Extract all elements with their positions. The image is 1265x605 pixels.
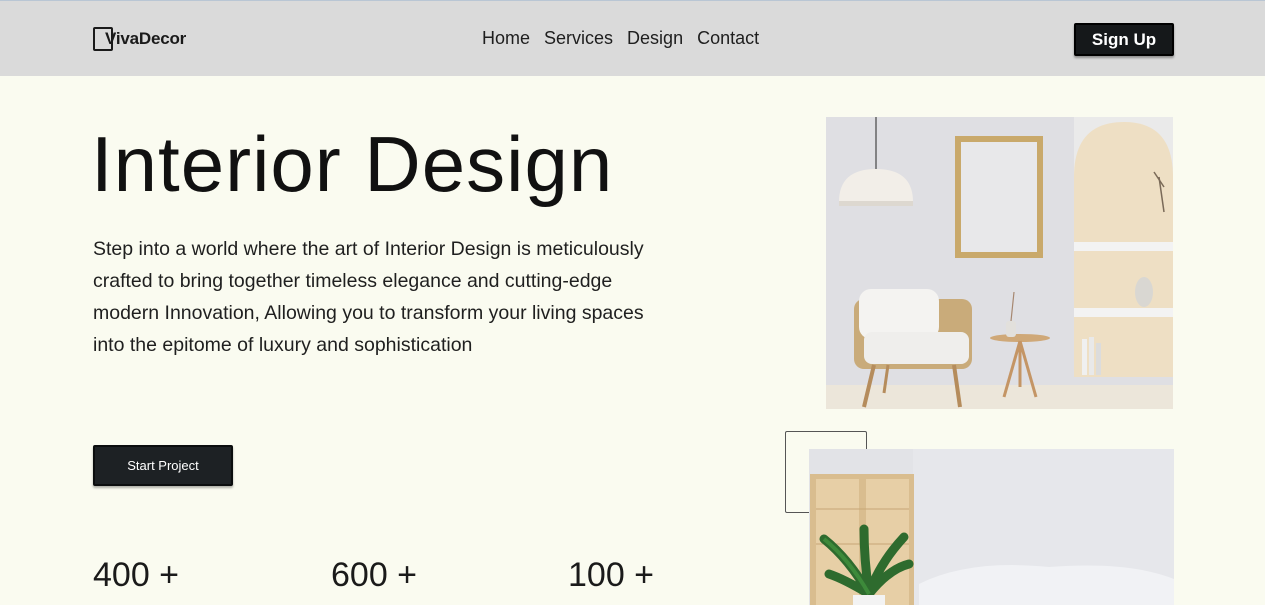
main-nav: Home Services Design Contact xyxy=(482,28,759,49)
hero-description: Step into a world where the art of Inter… xyxy=(93,238,644,356)
site-header: VivaDecor Home Services Design Contact S… xyxy=(0,1,1265,76)
stat-clients: 600 + xyxy=(331,556,418,594)
logo-text: VivaDecor xyxy=(105,29,187,48)
hero-title: Interior Design xyxy=(91,120,614,208)
nav-item-design[interactable]: Design xyxy=(627,28,683,49)
stat-projects: 400 + xyxy=(93,556,180,594)
start-project-button[interactable]: Start Project xyxy=(93,445,233,486)
logo[interactable]: VivaDecor xyxy=(93,26,186,52)
nav-item-home[interactable]: Home xyxy=(482,28,530,49)
hero-image-bedroom xyxy=(809,449,1174,605)
stat-awards: 100 + xyxy=(568,556,655,594)
nav-item-contact[interactable]: Contact xyxy=(697,28,759,49)
hero-image-living-room xyxy=(826,117,1173,409)
sign-up-button[interactable]: Sign Up xyxy=(1074,23,1174,56)
nav-item-services[interactable]: Services xyxy=(544,28,613,49)
